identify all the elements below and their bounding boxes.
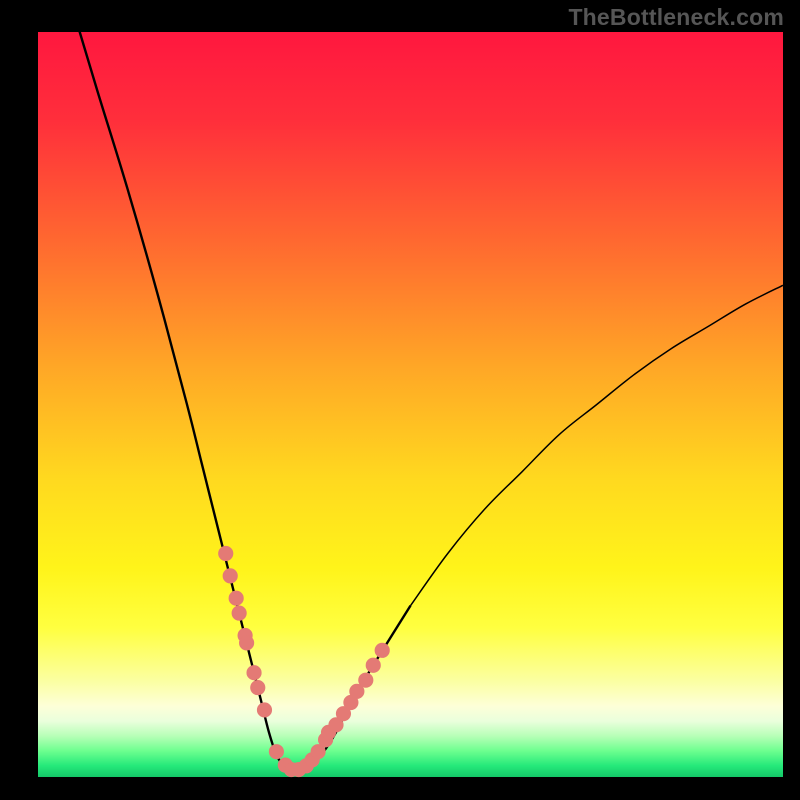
bottleneck-curve xyxy=(75,17,410,770)
curve-marker xyxy=(375,643,389,657)
curve-marker xyxy=(219,546,233,560)
curve-marker xyxy=(366,658,380,672)
curve-marker xyxy=(359,673,373,687)
curve-marker xyxy=(232,606,246,620)
curve-layer xyxy=(38,32,783,777)
watermark-text: TheBottleneck.com xyxy=(568,4,784,31)
bottleneck-curve-right-thin xyxy=(411,285,784,605)
chart-frame: TheBottleneck.com xyxy=(0,0,800,800)
curve-marker xyxy=(223,569,237,583)
curve-marker xyxy=(257,703,271,717)
curve-marker xyxy=(247,666,261,680)
curve-marker xyxy=(251,681,265,695)
curve-marker xyxy=(240,636,254,650)
curve-marker xyxy=(229,591,243,605)
marker-group xyxy=(219,546,390,776)
curve-marker xyxy=(269,745,283,759)
